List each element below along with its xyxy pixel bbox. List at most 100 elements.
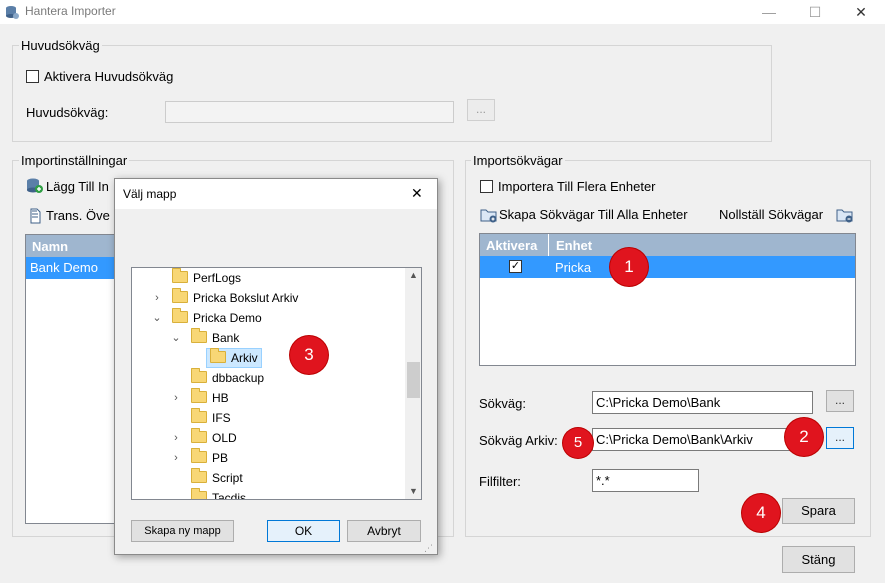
folder-icon bbox=[172, 308, 188, 323]
step-badge-2: 2 bbox=[785, 418, 823, 456]
step-badge-1: 1 bbox=[610, 248, 648, 286]
folder-icon bbox=[191, 468, 207, 483]
chevron-right-icon[interactable]: › bbox=[169, 448, 183, 468]
table-row[interactable]: ✓ Pricka bbox=[480, 256, 855, 278]
tree-item[interactable]: › OLD bbox=[132, 428, 404, 448]
column-header-unit[interactable]: Enhet bbox=[556, 238, 592, 253]
add-database-icon bbox=[27, 178, 43, 193]
path-label: Sökväg: bbox=[479, 396, 526, 411]
tree-item-label: dbbackup bbox=[212, 371, 265, 385]
tree-item-label: Tacdis bbox=[212, 491, 247, 500]
folder-icon bbox=[191, 488, 207, 499]
chevron-right-icon[interactable]: › bbox=[150, 288, 164, 308]
folder-icon bbox=[191, 448, 207, 463]
tree-item[interactable]: ⌄ Pricka Demo bbox=[132, 308, 404, 328]
tree-item-label: Bank bbox=[212, 331, 240, 345]
folder-icon bbox=[191, 388, 207, 403]
main-path-browse-button[interactable]: ... bbox=[467, 99, 495, 121]
title-bar: Hantera Importer — ☐ ✕ bbox=[0, 0, 885, 24]
tree-item[interactable]: PerfLogs bbox=[132, 268, 404, 288]
create-paths-button[interactable]: Skapa Sökvägar Till Alla Enheter bbox=[499, 207, 688, 222]
scroll-thumb[interactable] bbox=[407, 362, 420, 398]
list-item[interactable]: Bank Demo bbox=[26, 257, 124, 279]
tree-item-label: Script bbox=[212, 471, 243, 485]
close-button[interactable]: Stäng bbox=[782, 546, 855, 573]
tree-item-label: PerfLogs bbox=[193, 271, 242, 285]
chevron-right-icon[interactable]: › bbox=[169, 428, 183, 448]
ok-button[interactable]: OK bbox=[267, 520, 340, 542]
tree-item[interactable]: Tacdis bbox=[132, 488, 404, 500]
multi-unit-checkbox[interactable] bbox=[480, 180, 493, 193]
multi-unit-label: Importera Till Flera Enheter bbox=[498, 179, 656, 194]
window-title: Hantera Importer bbox=[25, 4, 116, 18]
tree-item-label: Arkiv bbox=[231, 351, 258, 365]
add-import-label[interactable]: Lägg Till In bbox=[46, 179, 109, 194]
maximize-button[interactable]: ☐ bbox=[792, 0, 838, 24]
folder-icon bbox=[172, 288, 188, 303]
resize-grip-icon[interactable]: ⋰ bbox=[424, 543, 433, 554]
scroll-up-arrow[interactable]: ▲ bbox=[409, 270, 418, 280]
folder-icon bbox=[191, 428, 207, 443]
folder-dialog: Välj mapp ✕ PerfLogs › Pricka Bokslut Arki… bbox=[114, 178, 438, 555]
close-window-button[interactable]: ✕ bbox=[838, 0, 884, 24]
tree-item-label: Pricka Demo bbox=[193, 311, 262, 325]
path-input[interactable]: C:\Pricka Demo\Bank bbox=[592, 391, 813, 414]
folder-icon bbox=[210, 348, 226, 363]
activate-main-path-label: Aktivera Huvudsökväg bbox=[44, 69, 174, 84]
folder-icon bbox=[191, 408, 207, 423]
reset-paths-button[interactable]: Nollställ Sökvägar bbox=[719, 207, 823, 222]
column-header-name[interactable]: Namn bbox=[26, 235, 124, 257]
step-badge-4: 4 bbox=[742, 494, 780, 532]
folder-icon bbox=[191, 368, 207, 383]
dialog-title: Välj mapp bbox=[123, 187, 177, 201]
activate-main-path-checkbox[interactable] bbox=[26, 70, 39, 83]
archive-browse-button[interactable]: ... bbox=[826, 427, 854, 449]
step-badge-3: 3 bbox=[290, 336, 328, 374]
chevron-down-icon[interactable]: ⌄ bbox=[150, 308, 164, 328]
create-folder-icon bbox=[480, 209, 497, 223]
tree-item-label: PB bbox=[212, 451, 229, 465]
tree-item[interactable]: dbbackup bbox=[132, 368, 404, 388]
file-filter-input[interactable]: *.* bbox=[592, 469, 699, 492]
step-badge-5: 5 bbox=[563, 428, 593, 458]
import-list[interactable]: Namn Bank Demo bbox=[25, 234, 125, 524]
unit-cell: Pricka bbox=[555, 260, 592, 275]
file-filter-label: Filfilter: bbox=[479, 474, 521, 489]
import-settings-group-title: Importinställningar bbox=[19, 153, 130, 168]
import-paths-group-title: Importsökvägar bbox=[471, 153, 565, 168]
database-icon bbox=[6, 6, 19, 19]
dialog-title-bar: Välj mapp ✕ bbox=[115, 179, 437, 209]
path-browse-button[interactable]: ... bbox=[826, 390, 854, 412]
tree-item[interactable]: Arkiv bbox=[132, 348, 404, 368]
chevron-down-icon[interactable]: ⌄ bbox=[169, 328, 183, 348]
tree-scrollbar[interactable]: ▲ ▼ bbox=[405, 268, 421, 499]
units-list[interactable]: Aktivera Enhet ✓ Pricka bbox=[479, 233, 856, 366]
tree-item[interactable]: › HB bbox=[132, 388, 404, 408]
minimize-button[interactable]: — bbox=[746, 0, 792, 24]
document-icon bbox=[30, 208, 41, 224]
tree-item[interactable]: IFS bbox=[132, 408, 404, 428]
scroll-down-arrow[interactable]: ▼ bbox=[409, 486, 418, 496]
cancel-button[interactable]: Avbryt bbox=[347, 520, 421, 542]
tree-item[interactable]: › PB bbox=[132, 448, 404, 468]
tree-item-label: IFS bbox=[212, 411, 231, 425]
new-folder-button[interactable]: Skapa ny mapp bbox=[131, 520, 234, 542]
archive-path-label: Sökväg Arkiv: bbox=[479, 433, 558, 448]
chevron-right-icon[interactable]: › bbox=[169, 388, 183, 408]
column-header-activate[interactable]: Aktivera bbox=[486, 238, 537, 253]
tree-item-label: HB bbox=[212, 391, 229, 405]
main-path-input[interactable] bbox=[165, 101, 454, 123]
dialog-close-button[interactable]: ✕ bbox=[411, 185, 423, 202]
tree-item[interactable]: › Pricka Bokslut Arkiv bbox=[132, 288, 404, 308]
main-path-label: Huvudsökväg: bbox=[26, 105, 109, 120]
main-path-group-title: Huvudsökväg bbox=[19, 38, 102, 53]
tree-item[interactable]: Script bbox=[132, 468, 404, 488]
activate-unit-checkbox[interactable]: ✓ bbox=[509, 260, 522, 273]
main-path-group bbox=[12, 45, 772, 142]
tree-item[interactable]: ⌄ Bank bbox=[132, 328, 404, 348]
folder-tree[interactable]: PerfLogs › Pricka Bokslut Arkiv ⌄ Pricka Dem… bbox=[131, 267, 422, 500]
folder-icon bbox=[191, 328, 207, 343]
archive-path-input[interactable]: C:\Pricka Demo\Bank\Arkiv bbox=[592, 428, 813, 451]
save-button[interactable]: Spara bbox=[782, 498, 855, 524]
transfer-label[interactable]: Trans. Öve bbox=[46, 208, 110, 223]
